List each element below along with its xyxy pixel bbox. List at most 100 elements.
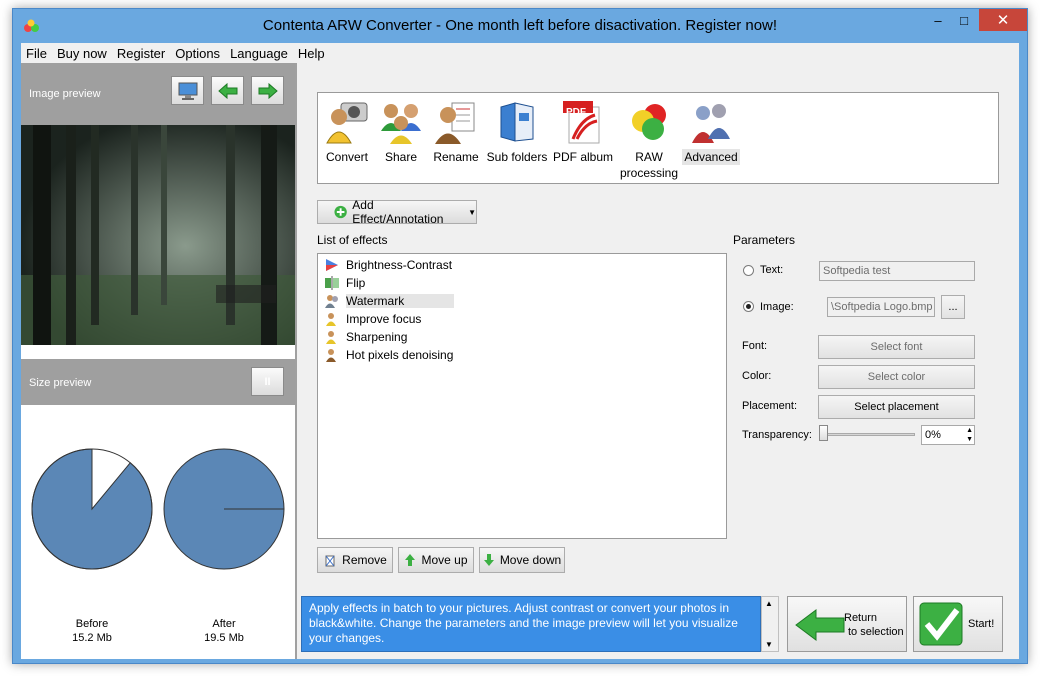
image-preview [21, 125, 295, 345]
effects-list[interactable]: Brightness-Contrast Flip Watermark Impro… [317, 253, 727, 539]
move-up-button[interactable]: Move up [398, 547, 474, 573]
monitor-view-button[interactable] [171, 76, 204, 105]
menu-register[interactable]: Register [112, 46, 170, 61]
start-button[interactable]: Start! [913, 596, 1003, 652]
select-placement-button[interactable]: Select placement [818, 395, 975, 419]
effect-label: Hot pixels denoising [346, 348, 454, 362]
move-up-label: Move up [421, 553, 468, 567]
flip-icon [325, 276, 339, 290]
return-label-line1: Return [844, 612, 878, 624]
effect-label: Brightness-Contrast [346, 258, 453, 272]
tool-rename[interactable]: Rename [430, 99, 482, 165]
text-field[interactable]: Softpedia test [819, 261, 975, 281]
browse-button[interactable]: ... [941, 295, 965, 319]
transparency-label: Transparency: [742, 429, 812, 441]
next-image-button[interactable] [251, 76, 284, 105]
tool-share-label: Share [384, 150, 418, 164]
menu-options[interactable]: Options [170, 46, 225, 61]
list-item-selected[interactable]: Watermark [324, 292, 455, 310]
sharpening-icon [326, 331, 336, 344]
spin-down-icon[interactable]: ▼ [966, 435, 973, 444]
list-item[interactable]: Improve focus [324, 310, 421, 328]
right-panel: Convert Share Rename Sub folders PDF alb… [299, 63, 1019, 659]
list-item[interactable]: Flip [324, 274, 365, 292]
maximize-button[interactable]: □ [951, 9, 977, 31]
tool-pdf-album[interactable]: PDF album PDF [552, 99, 614, 165]
monitor-icon [178, 82, 197, 100]
scroll-down-icon[interactable]: ▼ [765, 640, 773, 649]
size-preview-header: Size preview II [21, 359, 295, 405]
image-radio[interactable] [743, 301, 754, 312]
arrow-right-icon [258, 82, 278, 99]
list-item[interactable]: Hot pixels denoising [324, 346, 453, 364]
tool-raw-processing-label: RAW processing [619, 150, 679, 180]
close-button[interactable]: ✕ [979, 9, 1027, 31]
return-label: Return to selection [844, 611, 904, 639]
select-font-button[interactable]: Select font [818, 335, 975, 359]
remove-icon [325, 555, 335, 567]
transparency-value: 0% [925, 429, 941, 441]
start-label: Start! [968, 618, 995, 630]
subfolders-icon [500, 102, 534, 142]
text-radio[interactable] [743, 265, 754, 276]
size-preview-label: Size preview [29, 377, 92, 389]
advanced-icon [692, 104, 730, 143]
pause-button[interactable]: II [251, 367, 284, 396]
text-label: Text: [760, 264, 784, 276]
list-item[interactable]: Sharpening [324, 328, 407, 346]
add-icon [334, 205, 347, 219]
info-scrollbar[interactable]: ▲ ▼ [761, 596, 779, 652]
transparency-slider-track[interactable] [819, 433, 915, 436]
menu-help[interactable]: Help [293, 46, 330, 61]
menu-bar: File Buy now Register Options Language H… [21, 43, 1019, 63]
before-label: Before [75, 618, 109, 630]
transparency-slider-thumb[interactable] [819, 425, 828, 441]
brightness-contrast-icon [326, 259, 338, 271]
forest-image [21, 125, 295, 345]
move-down-label: Move down [499, 553, 562, 567]
left-panel: Image preview Size preview II Before 15.… [21, 63, 297, 659]
improve-focus-icon [326, 313, 336, 326]
previous-image-button[interactable] [211, 76, 244, 105]
transparency-spinbox[interactable]: 0% ▲ ▼ [921, 425, 975, 445]
tool-convert[interactable]: Convert [322, 99, 372, 165]
before-pie [31, 448, 153, 570]
tool-raw-processing[interactable]: RAW processing [618, 99, 680, 181]
image-preview-label: Image preview [29, 88, 101, 100]
checkmark-icon [919, 602, 963, 646]
before-size: 15.2 Mb [72, 632, 112, 644]
move-down-button[interactable]: Move down [479, 547, 565, 573]
arrow-left-big-icon [795, 609, 845, 641]
spin-up-icon[interactable]: ▲ [966, 426, 973, 435]
scroll-up-icon[interactable]: ▲ [765, 599, 773, 608]
list-item[interactable]: Brightness-Contrast [324, 256, 452, 274]
effect-label: Sharpening [346, 330, 408, 344]
effects-list-label: List of effects [317, 233, 388, 247]
tool-advanced[interactable]: Advanced [682, 99, 740, 165]
tool-convert-label: Convert [325, 150, 369, 164]
tool-subfolders-label: Sub folders [486, 150, 548, 164]
select-color-button[interactable]: Select color [818, 365, 975, 389]
rename-icon [435, 102, 475, 144]
color-label: Color: [742, 370, 772, 382]
placement-label: Placement: [742, 400, 798, 412]
minimize-button[interactable]: – [925, 9, 951, 31]
title-bar: Contenta ARW Converter - One month left … [13, 9, 1027, 43]
menu-buy-now[interactable]: Buy now [52, 46, 112, 61]
tool-share[interactable]: Share [378, 99, 424, 165]
remove-button[interactable]: Remove [317, 547, 393, 573]
size-preview-area: Before 15.2 Mb After 19.5 Mb [21, 405, 295, 659]
image-path-field[interactable]: \Softpedia Logo.bmp [827, 297, 935, 317]
add-effect-button[interactable]: Add Effect/Annotation ▼ [317, 198, 477, 226]
tool-rename-label: Rename [433, 150, 479, 164]
convert-icon [326, 102, 368, 144]
after-size: 19.5 Mb [204, 632, 244, 644]
after-label: After [212, 618, 236, 630]
menu-language[interactable]: Language [225, 46, 293, 61]
tool-subfolders[interactable]: Sub folders [486, 99, 548, 165]
before-caption: Before 15.2 Mb [42, 617, 142, 645]
return-to-selection-button[interactable]: Return to selection [787, 596, 907, 652]
info-box: Apply effects in batch to your pictures.… [301, 596, 761, 652]
menu-file[interactable]: File [21, 46, 52, 61]
window-title: Contenta ARW Converter - One month left … [262, 17, 778, 34]
